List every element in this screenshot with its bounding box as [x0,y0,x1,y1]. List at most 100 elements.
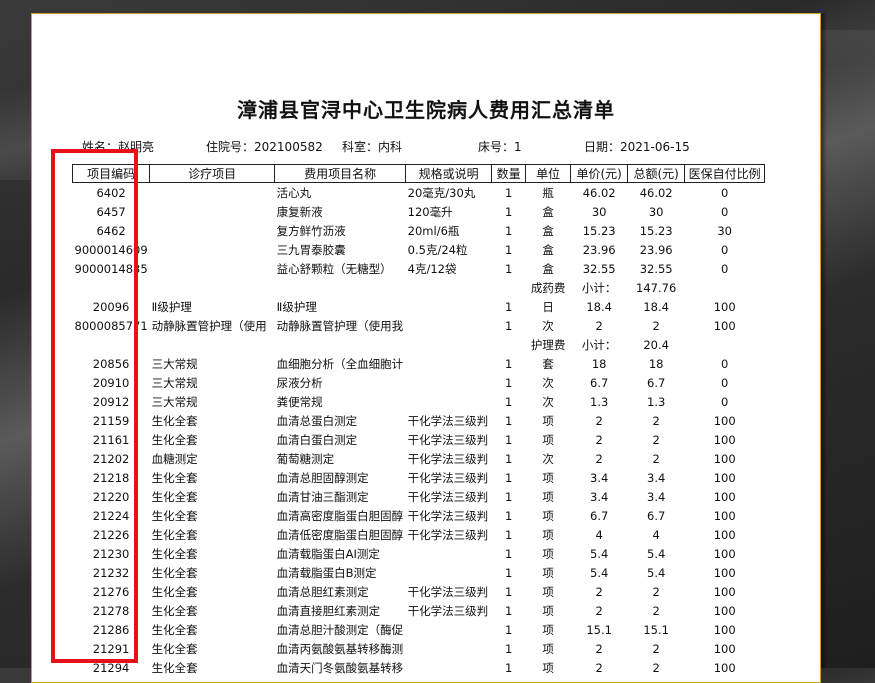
table-cell: 18 [648,356,664,371]
header-fee-name: 费用项目名称 [274,164,407,183]
table-cell: 100 [713,489,736,504]
table-cell: 100 [713,470,736,485]
table-cell: 生化全套 [151,508,198,523]
table-cell: 21291 [92,641,130,656]
table-cell [492,278,526,297]
table-cell: 46.02 [639,185,673,200]
table-cell: 活心丸 [276,185,312,200]
table-cell: 1 [505,622,513,637]
table-cell: 1 [505,641,513,656]
table-cell: 血清高密度脂蛋白胆固醇 [276,508,404,523]
table-cell: 项 [542,508,554,523]
table-cell: 32.55 [582,261,616,276]
table-cell: 三大常规 [151,375,198,390]
table-cell: 干化学法三级判 [407,432,489,447]
table-cell: 血清总胆红素测定 [276,584,369,599]
table-cell: 15.23 [639,223,673,238]
table-cell: 血清总蛋白测定 [276,413,358,428]
table-cell: 生化全套 [151,489,198,504]
table-cell: 1 [505,318,513,333]
table-cell [406,544,492,563]
table-row: 8000085771 动静脉置管护理（使用 动静脉置管护理（使用我 1 次 2 2 100 [73,316,765,335]
table-cell: 干化学法三级判 [407,413,489,428]
table-cell: 6.7 [647,375,666,390]
department: 科室：内科 [342,140,403,154]
table-cell: 生化全套 [151,584,198,599]
table-cell: 9000014835 [74,261,148,276]
table-cell: 盒 [542,204,554,219]
table-row: 成药费 小计： 147.76 [73,278,765,297]
table-cell: 9000014609 [74,242,148,257]
table-cell: 6.7 [590,375,609,390]
table-cell: 8000085771 [74,318,148,333]
table-cell: 0 [721,185,729,200]
table-cell: 4克/12袋 [407,261,457,276]
table-cell: 2 [652,584,660,599]
table-cell: 120毫升 [407,204,453,219]
table-cell: 生化全套 [151,432,198,447]
table-cell: 血清丙氨酸氨基转移酶测 [276,641,404,656]
table-cell: 次 [542,318,554,333]
table-cell: 生化全套 [151,527,198,542]
table-cell: 21226 [92,527,130,542]
table-cell: 盒 [542,261,554,276]
table-cell: 生化全套 [151,565,198,580]
table-row: 20912 三大常规 粪便常规 1 次 1.3 1.3 0 [73,392,765,411]
table-cell: 次 [542,394,554,409]
table-cell: 1 [505,223,513,238]
table-cell: 1 [505,546,513,561]
table-cell: 100 [713,299,736,314]
table-cell: 5.4 [647,565,666,580]
table-cell: 成药费 [530,280,566,295]
header-quantity: 数量 [491,164,527,183]
table-cell: 干化学法三级判 [407,584,489,599]
table-cell: 三大常规 [151,394,198,409]
table-cell: 小计： [581,337,617,352]
table-cell: 1 [505,527,513,542]
table-cell: 小计： [581,280,617,295]
table-cell: 生化全套 [151,413,198,428]
table-cell: 血清甘油三酯测定 [276,489,369,504]
table-cell: 项 [542,622,554,637]
table-cell [406,335,492,354]
table-cell: 21161 [92,432,130,447]
table-row: 21202 血糖测定 葡萄糖测定 干化学法三级判 1 次 2 2 100 [73,449,765,468]
page-shadow [821,13,827,668]
table-cell: 次 [542,375,554,390]
table-cell: 20毫克/30丸 [407,185,476,200]
bed-number: 床号：1 [478,140,522,154]
table-cell: 干化学法三级判 [407,451,489,466]
table-cell: 1 [505,565,513,580]
table-cell: 盒 [542,223,554,238]
document-page: 漳浦县官浔中心卫生院病人费用汇总清单 姓名：赵明亮 住院号：202100582 … [31,13,821,683]
table-cell: 20ml/6瓶 [407,223,460,238]
table-cell [150,335,275,354]
table-cell: 100 [713,413,736,428]
table-cell: 21202 [92,451,130,466]
table-cell: 1 [505,204,513,219]
table-cell: 2 [595,641,603,656]
table-cell: 2 [595,318,603,333]
table-cell: 康复新液 [276,204,323,219]
table-cell: 20910 [92,375,130,390]
table-cell: 20912 [92,394,130,409]
table-cell: 葡萄糖测定 [276,451,335,466]
header-treatment-item: 诊疗项目 [149,164,276,183]
table-cell: 粪便常规 [276,394,323,409]
table-cell: 2 [595,432,603,447]
table-row: 21220 生化全套 血清甘油三酯测定 干化学法三级判 1 项 3.4 3.4 100 [73,487,765,506]
table-cell: 18.4 [586,299,612,314]
admission-number: 住院号：202100582 [206,140,323,154]
table-cell: 100 [713,451,736,466]
table-cell: 0.5克/24粒 [407,242,468,257]
table-cell: 2 [652,641,660,656]
table-cell [685,335,765,354]
patient-name: 姓名：赵明亮 [82,140,155,154]
table-cell: 项 [542,603,554,618]
table-cell: 30 [591,204,607,219]
table-cell: 1 [505,356,513,371]
table-cell: 1 [505,451,513,466]
table-cell: 2 [652,413,660,428]
table-cell: 100 [713,565,736,580]
table-cell: 2 [595,451,603,466]
